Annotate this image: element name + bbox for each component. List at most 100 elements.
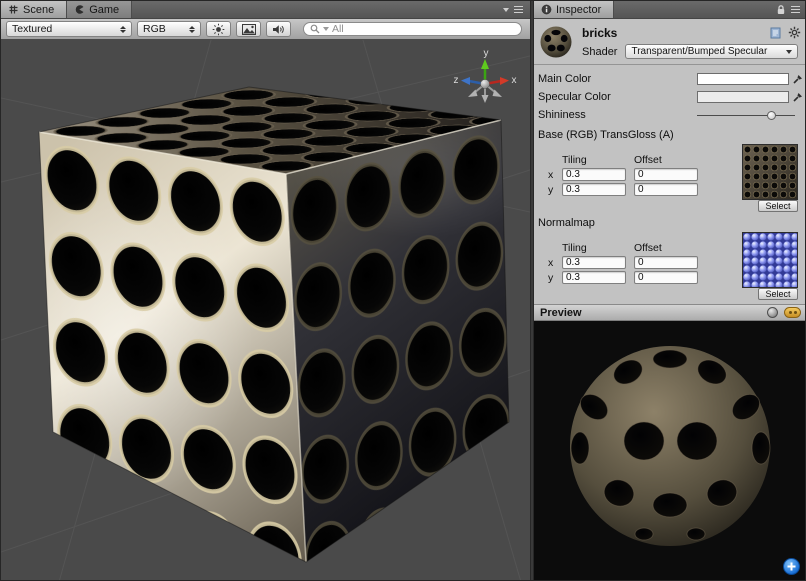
color-mode-dropdown[interactable]: RGB (137, 21, 201, 37)
unity-editor-window: Scene Game Textured RGB (0, 0, 806, 581)
material-preview-area[interactable] (534, 321, 806, 581)
gizmo-z-label: z (454, 75, 459, 86)
material-header-icons (770, 26, 801, 39)
base-offset-y-input[interactable] (634, 183, 698, 196)
preview-sphere[interactable] (534, 321, 806, 581)
shininess-label: Shininess (538, 109, 697, 121)
draw-mode-dropdown[interactable]: Textured (6, 21, 132, 37)
tab-inspector-label: Inspector (556, 4, 601, 16)
lighting-toggle-button[interactable] (206, 21, 231, 37)
search-input[interactable] (332, 23, 515, 35)
base-map-label: Base (RGB) TransGloss (A) (538, 126, 803, 144)
audio-toggle-button[interactable] (266, 21, 291, 37)
base-tiling-table: Tiling Offset x y (548, 144, 706, 212)
updown-arrows-icon (189, 26, 195, 33)
search-field[interactable] (303, 22, 522, 36)
specular-color-row: Specular Color (538, 88, 803, 106)
y-row-label: y (548, 272, 562, 284)
shininess-thumb[interactable] (767, 111, 776, 120)
chevron-down-icon[interactable] (503, 8, 509, 12)
material-header: bricks Shader Transparen (534, 19, 806, 65)
normal-offset-x-input[interactable] (634, 256, 698, 269)
base-tiling-y-input[interactable] (562, 183, 626, 196)
updown-arrows-icon (120, 26, 126, 33)
search-filter-arrow-icon[interactable] (323, 27, 329, 31)
tab-scene[interactable]: Scene (1, 1, 67, 18)
y-row-label: y (548, 184, 562, 196)
scene-tabbar-controls (496, 1, 530, 18)
cube-object[interactable] (1, 87, 530, 562)
help-icon[interactable] (770, 27, 781, 39)
normal-tiling-x-input[interactable] (562, 256, 626, 269)
main-color-row: Main Color (538, 70, 803, 88)
gizmo-y-cone[interactable] (481, 59, 489, 69)
image-icon (242, 24, 256, 35)
normalmap-block: Tiling Offset x y (538, 232, 803, 300)
base-map-block: Tiling Offset x y (538, 144, 803, 212)
search-icon (310, 24, 320, 34)
info-icon (541, 4, 552, 15)
main-color-swatch[interactable] (697, 73, 789, 85)
gizmo-x-cone[interactable] (500, 77, 509, 85)
draw-mode-value: Textured (12, 23, 116, 35)
preview-light-button[interactable] (784, 307, 801, 318)
scene-grid-icon (8, 4, 19, 15)
color-mode-value: RGB (143, 23, 185, 35)
normal-offset-y-input[interactable] (634, 271, 698, 284)
tiling-header: Tiling (562, 154, 634, 166)
game-icon (74, 4, 85, 15)
preview-add-button[interactable] (783, 558, 800, 575)
preview-header: Preview (534, 304, 806, 321)
tab-game[interactable]: Game (67, 1, 132, 18)
gizmo-y-label: y (484, 48, 489, 59)
offset-header: Offset (634, 242, 706, 254)
skybox-toggle-button[interactable] (236, 21, 261, 37)
specular-color-swatch[interactable] (697, 91, 789, 103)
shininess-row: Shininess (538, 106, 803, 124)
specular-color-label: Specular Color (538, 91, 697, 103)
x-row-label: x (548, 257, 562, 269)
scene-panel: Scene Game Textured RGB (1, 1, 530, 581)
normalmap-thumbnail[interactable] (742, 232, 798, 288)
inspector-tabbar-controls (769, 1, 806, 18)
plus-icon (786, 561, 797, 572)
offset-header: Offset (634, 154, 706, 166)
gizmo-x-label: x (512, 75, 517, 86)
base-texture-thumbnail[interactable] (742, 144, 798, 200)
shader-row: Shader Transparent/Bumped Specular (582, 44, 803, 59)
preview-sphere-button[interactable] (767, 307, 778, 318)
normal-select-button[interactable]: Select (758, 288, 798, 300)
normal-tiling-y-input[interactable] (562, 271, 626, 284)
axis-gizmo[interactable]: y x z (450, 44, 520, 123)
shader-dropdown[interactable]: Transparent/Bumped Specular (625, 44, 798, 59)
material-sphere-icon (539, 25, 573, 59)
chevron-down-icon (786, 50, 792, 54)
tab-game-label: Game (89, 4, 119, 16)
gizmo-center-ball[interactable] (481, 80, 490, 89)
tiling-header: Tiling (562, 242, 634, 254)
panel-menu-icon[interactable] (514, 6, 523, 13)
x-row-label: x (548, 169, 562, 181)
base-tiling-x-input[interactable] (562, 168, 626, 181)
slider-track[interactable] (697, 115, 795, 117)
shader-value: Transparent/Bumped Specular (631, 46, 782, 57)
gizmo-z-cone[interactable] (461, 77, 470, 85)
tab-inspector[interactable]: Inspector (534, 1, 614, 18)
base-offset-x-input[interactable] (634, 168, 698, 181)
eyedropper-icon[interactable] (792, 92, 803, 103)
scene-toolbar: Textured RGB (1, 19, 530, 40)
shininess-slider[interactable] (697, 108, 803, 122)
base-select-button[interactable]: Select (758, 200, 798, 212)
scene-viewport[interactable]: y x z (1, 40, 530, 581)
shader-label: Shader (582, 46, 617, 58)
eyedropper-icon[interactable] (792, 74, 803, 85)
lock-icon[interactable] (776, 4, 786, 15)
gear-icon[interactable] (788, 26, 801, 39)
normalmap-label: Normalmap (538, 214, 803, 232)
panel-menu-icon[interactable] (791, 6, 800, 13)
inspector-panel: Inspector (534, 1, 806, 581)
scene-tabbar: Scene Game (1, 1, 530, 19)
tab-scene-label: Scene (23, 4, 54, 16)
sun-icon (212, 23, 225, 36)
preview-title: Preview (540, 307, 767, 319)
